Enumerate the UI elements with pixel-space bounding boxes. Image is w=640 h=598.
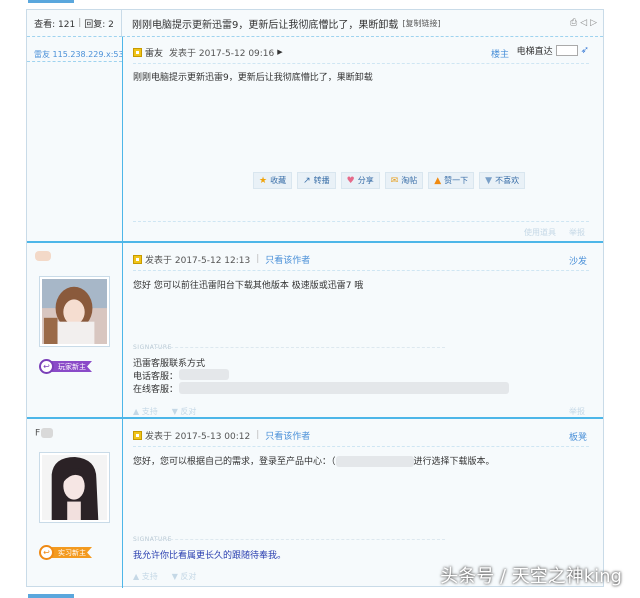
post-body: 刚刚电脑提示更新迅雷9，更新后让我彻底懵比了，果断卸载 (133, 73, 373, 83)
user-name-blur (41, 428, 54, 438)
post-date: 发表于 2017-5-12 09:16 (169, 48, 275, 59)
rank-label: 玩家新主 (51, 361, 92, 372)
online-icon (133, 254, 142, 264)
mail-icon: ✉ (390, 175, 399, 186)
stats-separator: | (78, 18, 82, 28)
replies-count: 回复: 2 (84, 19, 114, 30)
floor-label[interactable]: 板凳 (569, 430, 587, 443)
author-ip: 雷友 115.238.229.x:539 (34, 50, 122, 59)
user-name (35, 251, 51, 262)
bottom-accent-bar (28, 594, 74, 598)
avatar[interactable] (39, 276, 110, 347)
post-info-divider (133, 63, 589, 64)
post-footer: ▲ 支持 ▼ 反对 (133, 406, 196, 417)
jump-label: 电梯直达 (516, 47, 553, 57)
post-info: 雷友 发表于 2017-5-12 09:16 ▶ (133, 45, 283, 59)
post-info: 发表于 2017-5-13 00:12 | 只看该作者 (133, 428, 310, 442)
post-info-divider (133, 446, 589, 447)
use-tool-link[interactable]: 使用道具 (524, 227, 556, 238)
like-button[interactable]: ▲ 赞一下 (428, 172, 475, 189)
heart-icon: ♥ (346, 175, 355, 186)
post-actions: ★ 收藏 ↗ 转播 ♥ 分享 ✉ 淘帖 ▲ 赞一下 ▼ 不喜欢 (253, 172, 526, 189)
post-date: 发表于 2017-5-12 12:13 (145, 255, 251, 266)
play-arrow-icon[interactable]: ▶ (277, 48, 282, 56)
dislike-button[interactable]: ▼ 不喜欢 (479, 172, 526, 189)
user-name-blur (35, 251, 51, 261)
online-icon (133, 47, 142, 57)
info-separator: | (256, 254, 260, 264)
top-accent-bar (28, 0, 74, 3)
thumbs-down-icon: ▼ (485, 175, 493, 186)
favorite-button[interactable]: ★ 收藏 (253, 172, 293, 189)
post-info-divider (133, 270, 589, 271)
post-info: 发表于 2017-5-12 12:13 | 只看该作者 (133, 252, 310, 266)
thread-stats: 查看: 121 | 回复: 2 (27, 10, 122, 37)
signature-text: 我允许你比看属更长久的跟随待奉我。 (133, 551, 287, 561)
online-icon (133, 430, 142, 440)
report-link[interactable]: 举报 (569, 406, 585, 417)
redacted-link (335, 456, 414, 467)
support-link[interactable]: ▲ 支持 (133, 406, 158, 417)
redacted-phone (179, 369, 229, 380)
print-icon[interactable]: ⎙ (570, 18, 577, 28)
jump-go-icon[interactable]: ➶ (581, 45, 589, 56)
report-link[interactable]: 举报 (569, 227, 585, 238)
oppose-link[interactable]: ▼ 反对 (172, 406, 197, 417)
thread-header: 刚刚电脑提示更新迅雷9，更新后让我彻底懵比了，果断卸载 [复制链接] ⎙ ◁ ▷ (122, 10, 603, 37)
user-rank-badge: ↩ 实习新主 (39, 545, 92, 560)
header-icons: ⎙ ◁ ▷ (570, 18, 597, 28)
only-author-link[interactable]: 只看该作者 (265, 429, 310, 442)
redacted-url (179, 382, 509, 394)
rank-arrow-icon: ↩ (39, 359, 54, 374)
post-footer: ▲ 支持 ▼ 反对 (133, 571, 196, 582)
share-forward-icon: ↗ (303, 175, 311, 186)
thread-container: 查看: 121 | 回复: 2 刚刚电脑提示更新迅雷9，更新后让我彻底懵比了，果… (26, 9, 604, 588)
signature-divider (155, 539, 445, 540)
jump-input[interactable] (555, 45, 578, 56)
info-separator: | (256, 430, 260, 440)
avatar[interactable] (39, 452, 110, 523)
copy-link-button[interactable]: [复制链接] (402, 18, 440, 29)
only-author-link[interactable]: 只看该作者 (265, 253, 310, 266)
post-1: 雷友 发表于 2017-5-12 09:16 ▶ 楼主 电梯直达 ➶ 刚刚电脑提… (123, 37, 603, 243)
user-rank-badge: ↩ 玩家新主 (39, 359, 92, 374)
collect-button[interactable]: ✉ 淘帖 (384, 172, 424, 189)
thumbs-up-icon: ▲ (434, 175, 442, 186)
author-divider (27, 61, 122, 62)
post-body: 您好 您可以前往迅雷阳台下载其他版本 极速版或迅雷7 哦 (133, 281, 364, 291)
floor-label[interactable]: 楼主 (491, 47, 509, 60)
oppose-link[interactable]: ▼ 反对 (172, 571, 197, 582)
rank-arrow-icon: ↩ (39, 545, 54, 560)
prev-icon[interactable]: ◁ (580, 18, 587, 28)
post-date: 发表于 2017-5-13 00:12 (145, 431, 251, 442)
post-body: 您好，您可以根据自己的需求，登录至产品中心：（ 进行选择下载版本。 (133, 456, 495, 467)
avatar-image (42, 455, 107, 520)
author-name[interactable]: 雷友 (145, 46, 163, 59)
rank-label: 实习新主 (51, 547, 92, 558)
next-icon[interactable]: ▷ (590, 18, 597, 28)
support-link[interactable]: ▲ 支持 (133, 571, 158, 582)
signature-line: 迅雷客服联系方式 (133, 359, 206, 369)
post-footer-divider (133, 221, 589, 222)
share-button[interactable]: ♥ 分享 (340, 172, 380, 189)
forward-button[interactable]: ↗ 转播 (297, 172, 336, 189)
watermark: 头条号 / 天空之神king (440, 566, 622, 587)
avatar-image (42, 279, 107, 344)
floor-jump: 电梯直达 ➶ (517, 44, 589, 57)
views-count: 查看: 121 (34, 19, 76, 30)
signature-divider (155, 347, 445, 348)
star-icon: ★ (259, 175, 268, 186)
signature-line: 电话客服： (133, 372, 179, 382)
signature-line: 在线客服： (133, 385, 179, 395)
user-name: F (35, 428, 54, 439)
floor-label[interactable]: 沙发 (569, 254, 587, 267)
post-2: 发表于 2017-5-12 12:13 | 只看该作者 沙发 您好 您可以前往迅… (123, 243, 603, 417)
thread-title: 刚刚电脑提示更新迅雷9，更新后让我彻底懵比了，果断卸载 (132, 19, 399, 31)
